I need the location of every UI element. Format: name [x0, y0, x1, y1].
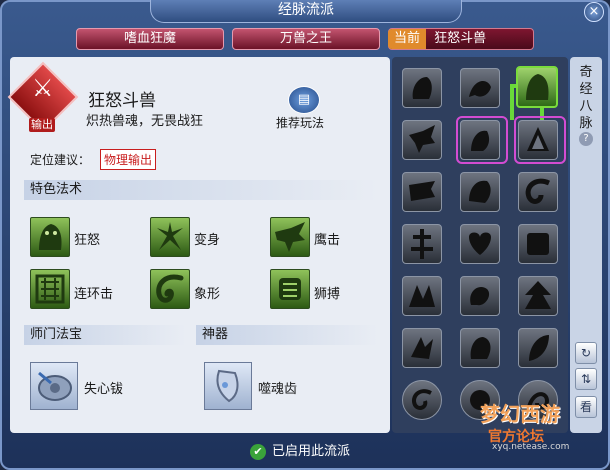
role-badge: 输出: [29, 118, 55, 132]
meridian-node-10[interactable]: [402, 224, 442, 264]
window-title: 经脉流派: [278, 2, 334, 18]
tab-label: 狂怒斗兽: [434, 31, 487, 46]
meridian-node-11[interactable]: [460, 224, 500, 264]
meridian-node-6[interactable]: [518, 120, 558, 160]
meridian-node-1[interactable]: [402, 68, 442, 108]
tab-school-current[interactable]: 当前 狂怒斗兽: [388, 28, 534, 50]
skill-name: 变身: [194, 233, 221, 248]
skill-name: 连环击: [74, 287, 114, 302]
artifact-section-header: 神器: [196, 325, 378, 345]
beast-rage-icon[interactable]: [30, 217, 70, 257]
position-label: 定位建议：: [30, 153, 91, 167]
skill-name: 狮搏: [314, 287, 341, 302]
book-icon[interactable]: ▤: [288, 86, 320, 114]
combo-strike-icon[interactable]: [30, 269, 70, 309]
meridian-node-13[interactable]: [402, 276, 442, 316]
skill-name: 象形: [194, 287, 221, 302]
tab-label: 嗜血狂魔: [123, 31, 176, 46]
close-button[interactable]: ×: [584, 2, 604, 22]
meridian-node-2[interactable]: [460, 68, 500, 108]
meridian-node-15[interactable]: [518, 276, 558, 316]
watermark: 梦幻西游 官方论坛 xyq.netease.com: [478, 398, 586, 452]
skills-section-header: 特色法术: [24, 180, 378, 200]
soul-tooth-icon[interactable]: [204, 362, 252, 410]
meridian-node-7[interactable]: [402, 172, 442, 212]
artifact-name: 噬魂齿: [258, 382, 298, 397]
meridian-node-active[interactable]: [516, 66, 558, 108]
meridian-node-5[interactable]: [460, 120, 500, 160]
swap-button[interactable]: ⇅: [575, 368, 597, 390]
tab-label: 万兽之王: [279, 31, 332, 46]
sword-icon: ⚔: [32, 74, 54, 102]
meridian-node-8[interactable]: [460, 172, 500, 212]
meridian-node-18[interactable]: [518, 328, 558, 368]
eagle-strike-icon[interactable]: [270, 217, 310, 257]
meridian-node-19[interactable]: [402, 380, 442, 420]
meridian-title-vertical: 奇 经 八 脉: [578, 64, 594, 132]
title-bar: 经脉流派: [150, 0, 462, 23]
current-badge: 当前: [388, 29, 427, 49]
school-name: 狂怒斗兽: [88, 91, 156, 111]
refresh-button[interactable]: ↻: [575, 342, 597, 364]
elephant-form-icon[interactable]: [150, 269, 190, 309]
title-char: 经: [579, 82, 593, 97]
transform-icon[interactable]: [150, 217, 190, 257]
help-icon[interactable]: ?: [579, 132, 593, 146]
school-motto: 炽热兽魂，无畏战狂: [86, 114, 204, 129]
meridian-node-4[interactable]: [402, 120, 442, 160]
treasure-name: 失心钹: [84, 382, 124, 397]
meridian-node-9[interactable]: [518, 172, 558, 212]
cymbal-icon[interactable]: [30, 362, 78, 410]
active-status[interactable]: ✔ 已启用此流派: [250, 442, 350, 462]
status-text: 已启用此流派: [272, 444, 351, 459]
treasure-section-header: 师门法宝: [24, 325, 186, 345]
skill-name: 鹰击: [314, 233, 341, 248]
tab-school-1[interactable]: 嗜血狂魔: [76, 28, 224, 50]
recommend-play-button[interactable]: 推荐玩法: [276, 114, 324, 131]
skill-name: 狂怒: [74, 233, 101, 248]
title-char: 八: [579, 99, 593, 114]
watermark-url: xyq.netease.com: [492, 442, 570, 452]
title-char: 脉: [579, 116, 593, 131]
meridian-node-12[interactable]: [518, 224, 558, 264]
title-char: 奇: [579, 65, 593, 80]
meridian-link: [510, 84, 514, 120]
meridian-node-17[interactable]: [460, 328, 500, 368]
meridian-node-16[interactable]: [402, 328, 442, 368]
position-badge: 物理输出: [100, 149, 157, 170]
check-icon: ✔: [250, 443, 266, 460]
lion-fight-icon[interactable]: [270, 269, 310, 309]
watermark-logo: 梦幻西游: [480, 402, 560, 426]
meridian-node-14[interactable]: [460, 276, 500, 316]
tab-school-2[interactable]: 万兽之王: [232, 28, 380, 50]
